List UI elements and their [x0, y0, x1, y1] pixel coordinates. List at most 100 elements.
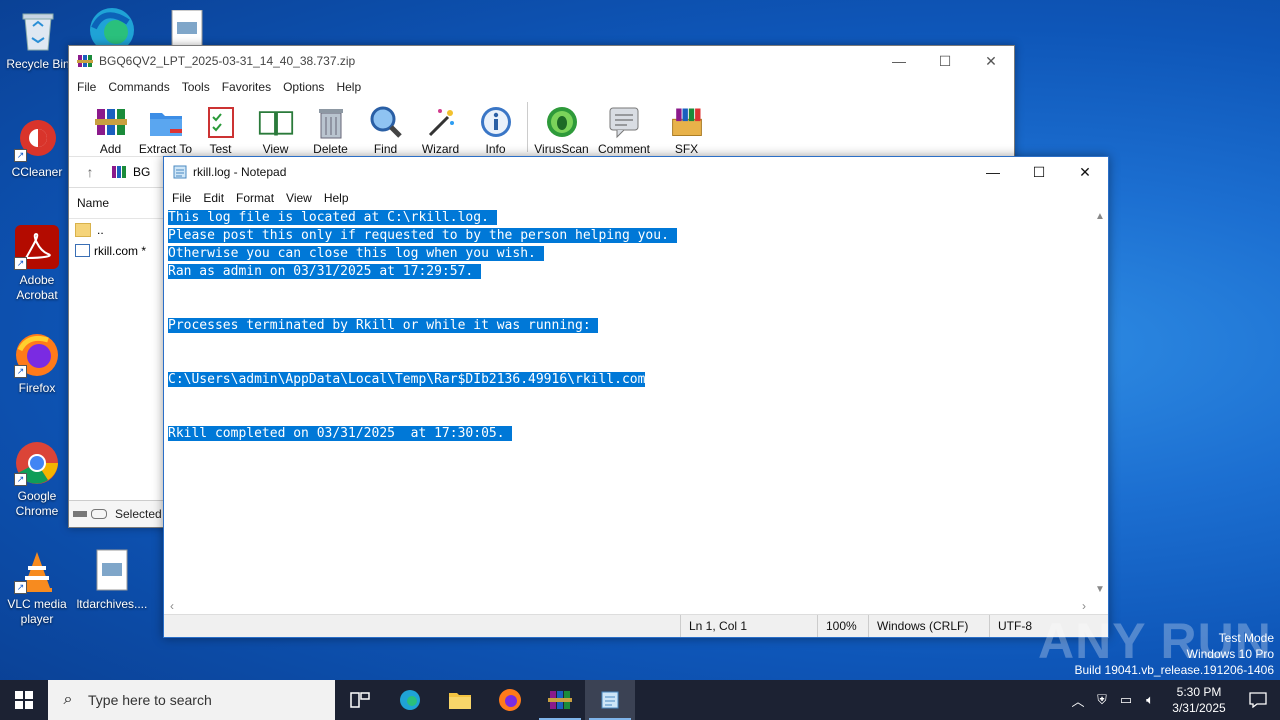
minimize-button[interactable]: —: [876, 46, 922, 76]
taskbar-file-explorer[interactable]: [435, 680, 485, 720]
menu-format[interactable]: Format: [230, 191, 280, 205]
winrar-titlebar[interactable]: BGQ6QV2_LPT_2025-03-31_14_40_38.737.zip …: [69, 46, 1014, 76]
task-view-button[interactable]: [335, 680, 385, 720]
desktop-icon-google-chrome[interactable]: ↗ Google Chrome: [1, 440, 73, 519]
maximize-button[interactable]: ☐: [1016, 157, 1062, 187]
clock-date: 3/31/2025: [1172, 701, 1226, 715]
menu-commands[interactable]: Commands: [102, 80, 175, 94]
windows-info: Test Mode Windows 10 Pro Build 19041.vb_…: [1075, 630, 1275, 678]
taskbar-notepad[interactable]: [585, 680, 635, 720]
shortcut-arrow-icon: ↗: [14, 365, 27, 378]
toolbar-label: Wizard: [421, 142, 460, 156]
network-icon[interactable]: ▭: [1114, 692, 1138, 708]
notepad-icon: [173, 165, 187, 179]
notepad-window[interactable]: rkill.log - Notepad — ☐ ✕ File Edit Form…: [163, 156, 1109, 638]
menu-file[interactable]: File: [71, 80, 102, 94]
search-icon: ⌕: [63, 691, 73, 708]
test-button[interactable]: Test: [193, 98, 248, 156]
file-name: rkill.com *: [94, 243, 147, 258]
desktop-icon-ltdarchives[interactable]: ltdarchives....: [76, 548, 148, 612]
list-item[interactable]: ..: [69, 219, 164, 240]
desktop-icon-ccleaner[interactable]: ↗ CCleaner: [1, 116, 73, 180]
scroll-left-icon[interactable]: ‹: [170, 598, 174, 614]
text-line: Please post this only if requested to by…: [168, 227, 1092, 245]
selected-text: Processes terminated by Rkill or while i…: [168, 318, 591, 333]
maximize-button[interactable]: ☐: [922, 46, 968, 76]
toolbar-label: Delete: [313, 142, 348, 156]
taskbar-clock[interactable]: 5:30 PM 3/31/2025: [1162, 684, 1236, 716]
close-button[interactable]: ✕: [1062, 157, 1108, 187]
find-button[interactable]: Find: [358, 98, 413, 156]
menu-view[interactable]: View: [280, 191, 318, 205]
desktop-icon-vlc[interactable]: ↗ VLC media player: [1, 548, 73, 627]
view-button[interactable]: View: [248, 98, 303, 156]
horizontal-scrollbar[interactable]: ‹ ›: [164, 598, 1092, 614]
document-desktop-icon[interactable]: [170, 9, 204, 47]
book-icon: [258, 104, 294, 140]
desktop-icon-recycle-bin[interactable]: Recycle Bin: [2, 8, 74, 72]
text-line: Ran as admin on 03/31/2025 at 17:29:57.: [168, 263, 1092, 281]
scroll-up-icon[interactable]: ▲: [1092, 209, 1108, 225]
menu-options[interactable]: Options: [277, 80, 330, 94]
winrar-title: BGQ6QV2_LPT_2025-03-31_14_40_38.737.zip: [99, 54, 356, 68]
start-button[interactable]: [0, 680, 48, 720]
recycle-bin-icon: [15, 8, 61, 54]
volume-icon[interactable]: 🔈︎: [1138, 692, 1162, 708]
sfx-button[interactable]: SFX: [659, 98, 714, 156]
trash-icon: [313, 104, 349, 140]
notepad-menubar: File Edit Format View Help: [164, 187, 1108, 209]
winrar-statusbar: Selected: [69, 500, 168, 527]
checklist-icon: [203, 104, 239, 140]
desktop-icon-label: Recycle Bin: [6, 57, 70, 71]
archive-path[interactable]: BG: [133, 165, 150, 179]
menu-help[interactable]: Help: [330, 80, 367, 94]
toolbar-label: Comment: [597, 142, 650, 156]
desktop-icon-firefox[interactable]: ↗ Firefox: [1, 332, 73, 396]
info-icon: [478, 104, 514, 140]
taskbar-search-box[interactable]: ⌕ Type here to search: [48, 680, 335, 720]
delete-button[interactable]: Delete: [303, 98, 358, 156]
ccleaner-icon: ↗: [14, 116, 60, 162]
column-header-name[interactable]: Name: [69, 188, 164, 219]
taskbar: ⌕ Type here to search ︿ ⛨ ▭ 🔈︎ 5:30 PM 3…: [0, 680, 1280, 720]
text-line: Processes terminated by Rkill or while i…: [168, 317, 1092, 335]
close-button[interactable]: ✕: [968, 46, 1014, 76]
menu-tools[interactable]: Tools: [176, 80, 216, 94]
add-button[interactable]: Add: [83, 98, 138, 156]
toolbar-label: VirusScan: [534, 142, 589, 156]
desktop-icon-adobe-acrobat[interactable]: ↗ Adobe Acrobat: [1, 224, 73, 303]
text-line: [168, 335, 1092, 353]
edge-desktop-icon[interactable]: [86, 4, 138, 52]
scroll-down-icon[interactable]: ▼: [1092, 582, 1108, 598]
taskbar-firefox[interactable]: [485, 680, 535, 720]
taskbar-winrar[interactable]: [535, 680, 585, 720]
text-line: [168, 389, 1092, 407]
notepad-titlebar[interactable]: rkill.log - Notepad — ☐ ✕: [164, 157, 1108, 187]
notepad-title: rkill.log - Notepad: [193, 165, 287, 179]
wizard-button[interactable]: Wizard: [413, 98, 468, 156]
extract-to-button[interactable]: Extract To: [138, 98, 193, 156]
drive-icon: [73, 511, 87, 517]
toolbar-label: SFX: [674, 142, 699, 156]
desktop-icon-label: Firefox: [18, 381, 56, 395]
edge-icon: [400, 690, 420, 710]
menu-edit[interactable]: Edit: [197, 191, 230, 205]
menu-file[interactable]: File: [166, 191, 197, 205]
clock-time: 5:30 PM: [1176, 685, 1222, 699]
bug-icon: [544, 104, 580, 140]
info-button[interactable]: Info: [468, 98, 523, 156]
taskbar-edge[interactable]: [385, 680, 435, 720]
vertical-scrollbar[interactable]: ▲ ▼: [1092, 209, 1108, 598]
security-icon[interactable]: ⛨: [1090, 692, 1114, 708]
chevron-up-icon[interactable]: ︿: [1066, 691, 1090, 710]
up-arrow-icon[interactable]: ↑: [77, 164, 103, 180]
text-line: C:\Users\admin\AppData\Local\Temp\Rar$DI…: [168, 371, 1092, 389]
virusscan-button[interactable]: VirusScan: [534, 98, 589, 156]
notepad-text-area[interactable]: This log file is located at C:\rkill.log…: [164, 209, 1092, 598]
menu-help[interactable]: Help: [318, 191, 355, 205]
minimize-button[interactable]: —: [970, 157, 1016, 187]
menu-favorites[interactable]: Favorites: [216, 80, 277, 94]
list-item[interactable]: rkill.com *: [69, 240, 164, 261]
notifications-button[interactable]: [1236, 692, 1280, 708]
comment-button[interactable]: Comment: [589, 98, 659, 156]
